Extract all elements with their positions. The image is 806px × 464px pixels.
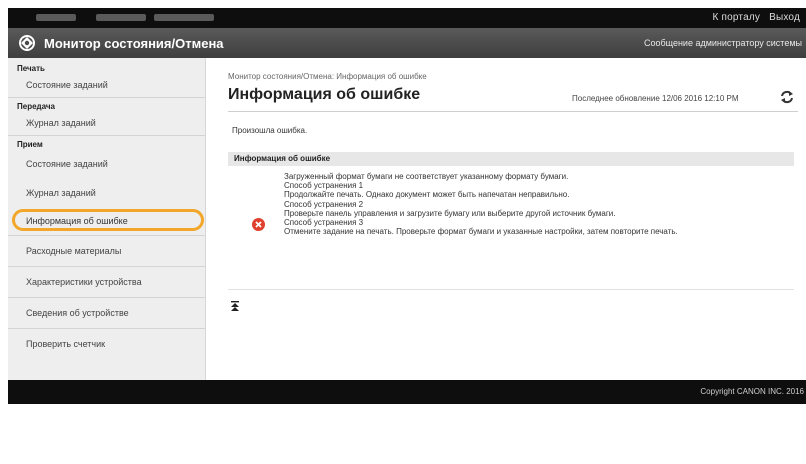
sidebar-item-receive-log[interactable]: Журнал заданий [8,179,205,207]
error-occurred-text: Произошла ошибка. [232,126,308,135]
sidebar-item-error-info[interactable]: Информация об ошибке [8,207,205,235]
sidebar-item-print-status[interactable]: Состояние заданий [8,73,205,97]
footer: Copyright CANON INC. 2016 [8,380,806,404]
sidebar-item-device-features[interactable]: Характеристики устройства [8,267,205,297]
error-line: Способ устранения 3 [284,218,364,228]
sidebar-item-check-counter[interactable]: Проверить счетчик [8,329,205,359]
error-line: Загруженный формат бумаги не соответству… [284,172,569,181]
error-x-icon [252,218,265,231]
copyright-text: Copyright CANON INC. 2016 [700,387,804,396]
page-title: Информация об ошибке [228,86,421,103]
collapse-icon[interactable] [230,301,240,311]
main-content: Монитор состояния/Отмена: Информация об … [206,58,806,380]
blurred-text [36,14,76,21]
title-divider [228,111,798,112]
error-line: Способ устранения 2 [284,199,364,209]
sidebar-item-device-info[interactable]: Сведения об устройстве [8,298,205,328]
breadcrumb: Монитор состояния/Отмена: Информация об … [228,72,427,81]
blurred-text [154,14,214,21]
sidebar-group-receive: Прием [17,140,43,149]
sidebar-item-consumables[interactable]: Расходные материалы [8,236,205,266]
refresh-icon[interactable] [778,88,796,106]
sidebar-group-send: Передача [17,102,55,111]
last-updated-text: Последнее обновление 12/06 2016 12:10 PM [572,94,739,103]
error-message-list: Загруженный формат бумаги не соответству… [284,172,789,236]
error-line: Способ устранения 1 [284,181,364,191]
sidebar: Печать Состояние заданий Передача Журнал… [8,58,206,380]
canon-logo-icon [19,35,35,51]
error-line: Продолжайте печать. Однако документ може… [284,190,570,200]
top-bar: К порталу Выход [8,8,806,28]
sidebar-item-label: Информация об ошибке [26,216,128,226]
sidebar-group-print: Печать [17,64,45,73]
error-line: Проверьте панель управления и загрузите … [284,208,616,218]
top-links: К порталу Выход [707,12,801,23]
logout-link[interactable]: Выход [769,12,800,23]
error-details: Загруженный формат бумаги не соответству… [228,166,794,290]
sidebar-item-receive-status[interactable]: Состояние заданий [8,149,205,179]
blurred-text [96,14,146,21]
admin-message-link[interactable]: Сообщение администратору системы [644,38,802,48]
error-section-header: Информация об ошибке [228,152,794,166]
portal-link[interactable]: К порталу [713,12,761,23]
app-header: Монитор состояния/Отмена Сообщение админ… [8,28,806,58]
error-line: Отмените задание на печать. Проверьте фо… [284,227,678,237]
app-title: Монитор состояния/Отмена [44,36,224,51]
sidebar-item-send-log[interactable]: Журнал заданий [8,111,205,135]
